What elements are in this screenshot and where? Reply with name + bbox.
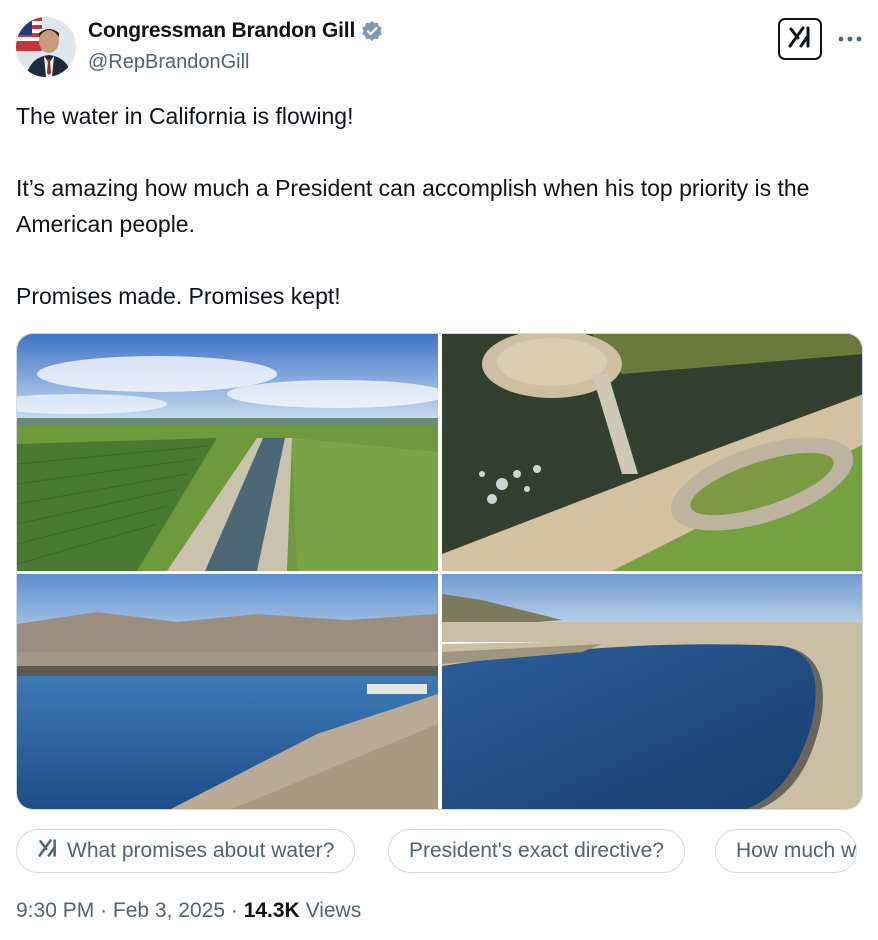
grok-prompt-label: How much w	[736, 839, 857, 862]
grok-button[interactable]	[778, 18, 822, 60]
post-date[interactable]: Feb 3, 2025	[113, 899, 225, 922]
canal-farmland-photo[interactable]	[17, 334, 438, 571]
more-options-icon	[838, 29, 862, 47]
grok-icon	[787, 25, 813, 54]
author-name[interactable]: Congressman Brandon Gill	[88, 19, 355, 43]
grok-prompt-bar: What promises about water? President's e…	[16, 829, 862, 875]
post-line: It’s amazing how much a President can ac…	[16, 175, 810, 237]
more-options-button[interactable]	[834, 26, 866, 50]
verified-badge-icon	[361, 20, 383, 42]
post-time[interactable]: 9:30 PM	[16, 899, 94, 922]
grok-prompt-chip[interactable]: How much w	[715, 829, 858, 873]
grok-icon	[37, 838, 59, 864]
canal-spillway-aerial-photo[interactable]	[442, 334, 863, 571]
media-grid	[16, 333, 863, 810]
grok-prompt-label: President's exact directive?	[409, 839, 664, 862]
grok-prompt-label: What promises about water?	[67, 839, 335, 862]
post-text: The water in California is flowing! It’s…	[16, 98, 866, 314]
post-line: The water in California is flowing!	[16, 103, 354, 129]
post-line: Promises made. Promises kept!	[16, 283, 341, 309]
avatar[interactable]	[16, 17, 76, 77]
meta-separator: ·	[230, 899, 238, 922]
grok-prompt-chip[interactable]: President's exact directive?	[388, 829, 685, 873]
reservoir-dam-photo[interactable]	[17, 574, 438, 810]
post-meta: 9:30 PM · Feb 3, 2025 · 14.3K Views	[16, 899, 361, 923]
meta-separator: ·	[100, 899, 108, 922]
views-count[interactable]: 14.3K	[244, 899, 300, 922]
author-handle[interactable]: @RepBrandonGill	[88, 51, 250, 74]
canal-bend-photo[interactable]	[442, 574, 863, 810]
grok-prompt-chip[interactable]: What promises about water?	[16, 829, 356, 873]
views-label: Views	[305, 899, 362, 922]
